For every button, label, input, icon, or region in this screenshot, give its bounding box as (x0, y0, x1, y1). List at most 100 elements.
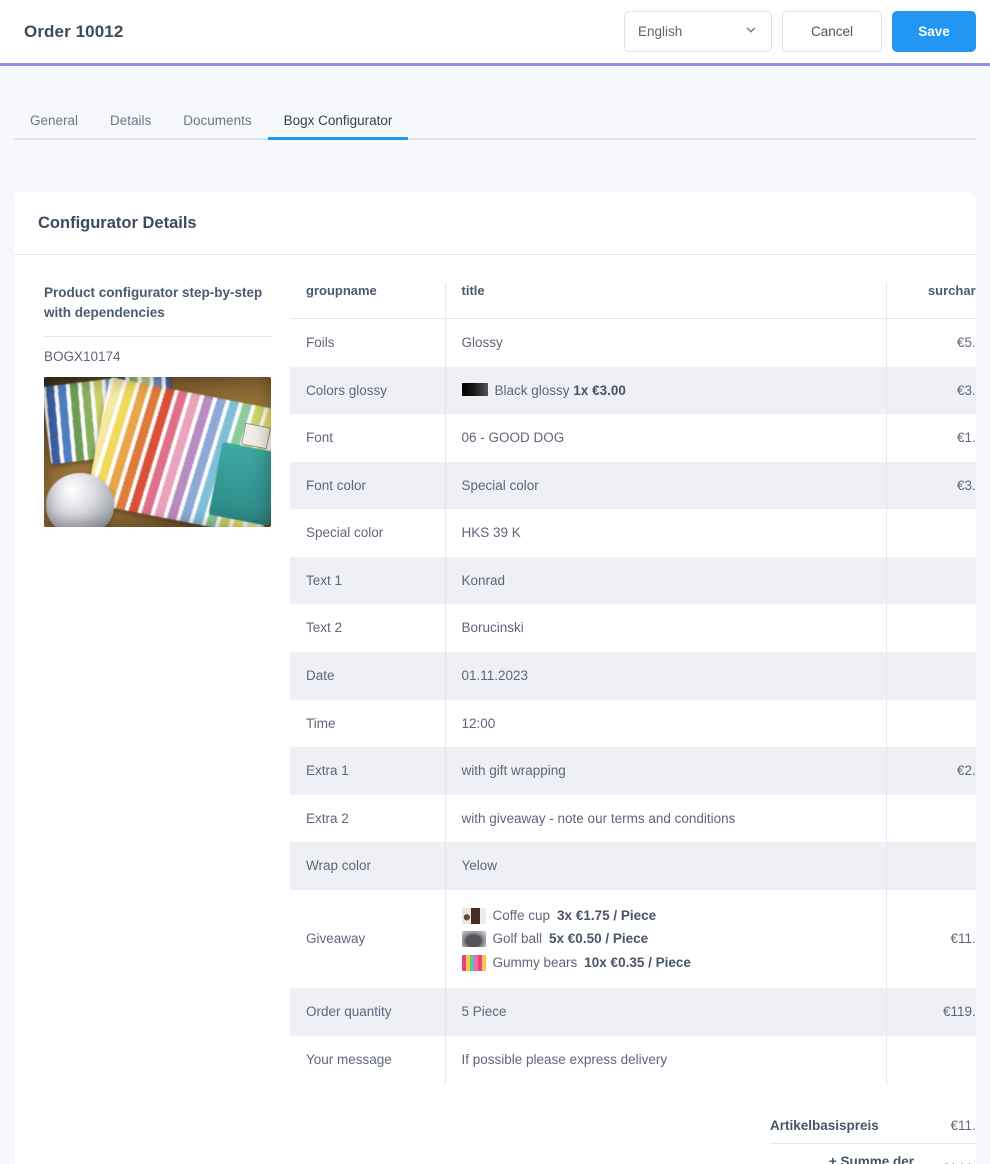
table-row: Extra 1 with gift wrapping €2.00 (290, 747, 976, 795)
cell-title-qty-price: 1x €3.00 (573, 382, 626, 398)
cell-groupname: Your message (306, 1052, 392, 1067)
cell-groupname: Foils (306, 335, 335, 350)
table-row-giveaway: Giveaway Coffe cup 3x €1.75 / Piece Golf… (290, 889, 976, 989)
cell-surcharge (886, 1036, 976, 1084)
cell-title-giveaway-list: Coffe cup 3x €1.75 / Piece Golf ball 5x … (444, 889, 887, 989)
cell-title: 06 - GOOD DOG (444, 414, 887, 462)
tab-documents[interactable]: Documents (167, 113, 267, 139)
cell-groupname: Wrap color (290, 842, 445, 890)
giveaway-item-qty-price: 10x €0.35 / Piece (584, 954, 691, 970)
cell-title-text: Black glossy (494, 382, 570, 398)
column-header-groupname: groupname (290, 283, 445, 319)
save-button[interactable]: Save (892, 11, 976, 52)
summary-row-base-price: Artikelbasispreis €11.90 (770, 1108, 976, 1143)
cell-title: Glossy (444, 318, 887, 367)
tab-details[interactable]: Details (94, 113, 167, 139)
cell-surcharge (886, 699, 976, 748)
table-row: Font color Special color €3.00 (290, 461, 976, 510)
cancel-button[interactable]: Cancel (782, 11, 882, 52)
configurator-details-card: Configurator Details Product configurato… (14, 192, 976, 1164)
table-row: Foils Glossy €5.00 (290, 318, 976, 367)
cell-title: 12:00 (444, 699, 887, 748)
product-divider (44, 336, 272, 338)
tabs-section: General Details Documents Bogx Configura… (0, 66, 990, 140)
table-row: Date 01.11.2023 (290, 651, 976, 700)
cell-groupname: Extra 2 (306, 810, 349, 826)
cell-title: Yelow (444, 842, 887, 890)
cell-title: If possible please express delivery (444, 1036, 887, 1084)
product-sku: BOGX10174 (44, 349, 121, 365)
table-row: Wrap color Yelow (290, 842, 976, 890)
giveaway-item-name: Coffe cup (492, 907, 551, 923)
product-name: Product configurator step-by-step with d… (44, 285, 263, 320)
cell-title: Borucinski (444, 604, 887, 652)
cell-surcharge (886, 842, 976, 890)
top-bar: Order 10012 English Cancel Save (0, 0, 990, 63)
cell-groupname: Font (306, 430, 334, 446)
cell-groupname: Date (290, 651, 445, 700)
language-select[interactable]: English (624, 11, 772, 52)
giveaway-item: Gummy bears 10x €0.35 / Piece (461, 951, 871, 975)
giveaway-item-name: Gummy bears (492, 954, 578, 970)
product-image (44, 377, 271, 528)
configurator-table: groupname title surcharge Foils Glossy €… (290, 283, 976, 1084)
cell-title: 5 Piece (444, 988, 887, 1036)
column-header-title: title (444, 283, 887, 319)
giveaway-item: Coffe cup 3x €1.75 / Piece (461, 904, 871, 928)
table-header-row: groupname title surcharge (290, 283, 976, 319)
cell-surcharge (886, 556, 976, 605)
gummy-bears-thumb-icon (461, 954, 486, 971)
cell-surcharge (886, 509, 976, 557)
table-row: Colors glossy Black glossy 1x €3.00 €3.0… (290, 366, 976, 415)
golf-ball-thumb-icon (461, 931, 486, 948)
cell-surcharge: €1.00 (886, 414, 976, 462)
chevron-down-icon (744, 23, 758, 40)
summary-value: €11.90 (950, 1117, 976, 1133)
cell-title: Black glossy 1x €3.00 (444, 366, 887, 415)
tab-bogx-configurator[interactable]: Bogx Configurator (267, 113, 409, 140)
cell-groupname: Text 1 (290, 556, 445, 605)
configurator-table-column: groupname title surcharge Foils Glossy €… (290, 283, 976, 1164)
table-head: groupname title surcharge (290, 283, 976, 319)
card-header: Configurator Details (14, 192, 976, 255)
cell-groupname: Giveaway (306, 931, 366, 947)
tab-bar: General Details Documents Bogx Configura… (14, 98, 976, 140)
cell-title: Konrad (444, 556, 887, 605)
cell-title: HKS 39 K (444, 509, 887, 557)
summary-row-surcharges-total: + Summe der Aufschläge Brutto: €144.75 (770, 1144, 976, 1164)
table-row: Order quantity 5 Piece €119.50 (290, 988, 976, 1036)
cell-title: with giveaway - note our terms and condi… (444, 794, 887, 843)
cell-title: with gift wrapping (444, 747, 887, 795)
summary-label: Artikelbasispreis (770, 1117, 879, 1133)
cell-groupname: Text 2 (306, 620, 343, 636)
table-row: Time 12:00 (290, 699, 976, 748)
cell-surcharge: €3.00 (886, 366, 976, 415)
cell-surcharge: €5.00 (886, 318, 976, 367)
table-body: Foils Glossy €5.00 Colors glossy Black g… (290, 318, 976, 1084)
cell-surcharge (886, 651, 976, 700)
cell-groupname: Order quantity (290, 988, 445, 1036)
cell-title: 01.11.2023 (444, 651, 887, 700)
cell-groupname: Font color (290, 461, 445, 510)
table-row: Text 2 Borucinski (290, 604, 976, 652)
summary-section: Artikelbasispreis €11.90 + Summe der Auf… (290, 1084, 976, 1164)
giveaway-item-qty-price: 5x €0.50 / Piece (549, 931, 649, 947)
cell-title: Special color (444, 461, 887, 510)
column-header-surcharge: surcharge (886, 283, 976, 319)
table-row: Special color HKS 39 K (290, 509, 976, 557)
table-row: Your message If possible please express … (290, 1036, 976, 1084)
table-row: Font 06 - GOOD DOG €1.00 (290, 414, 976, 462)
coffee-cup-thumb-icon (461, 907, 486, 924)
summary-label: + Summe der Aufschläge Brutto: (828, 1153, 914, 1164)
cell-groupname: Special color (306, 525, 384, 541)
cell-groupname: Time (306, 715, 336, 731)
cell-groupname: Colors glossy (290, 366, 445, 415)
page-title: Order 10012 (24, 21, 124, 41)
table-row: Extra 2 with giveaway - note our terms a… (290, 794, 976, 843)
tab-general[interactable]: General (14, 113, 94, 139)
top-bar-actions: English Cancel Save (624, 11, 976, 52)
cell-surcharge: €2.00 (886, 747, 976, 795)
giveaway-item: Golf ball 5x €0.50 / Piece (461, 927, 871, 951)
language-select-value: English (638, 24, 683, 39)
cell-surcharge (886, 794, 976, 843)
